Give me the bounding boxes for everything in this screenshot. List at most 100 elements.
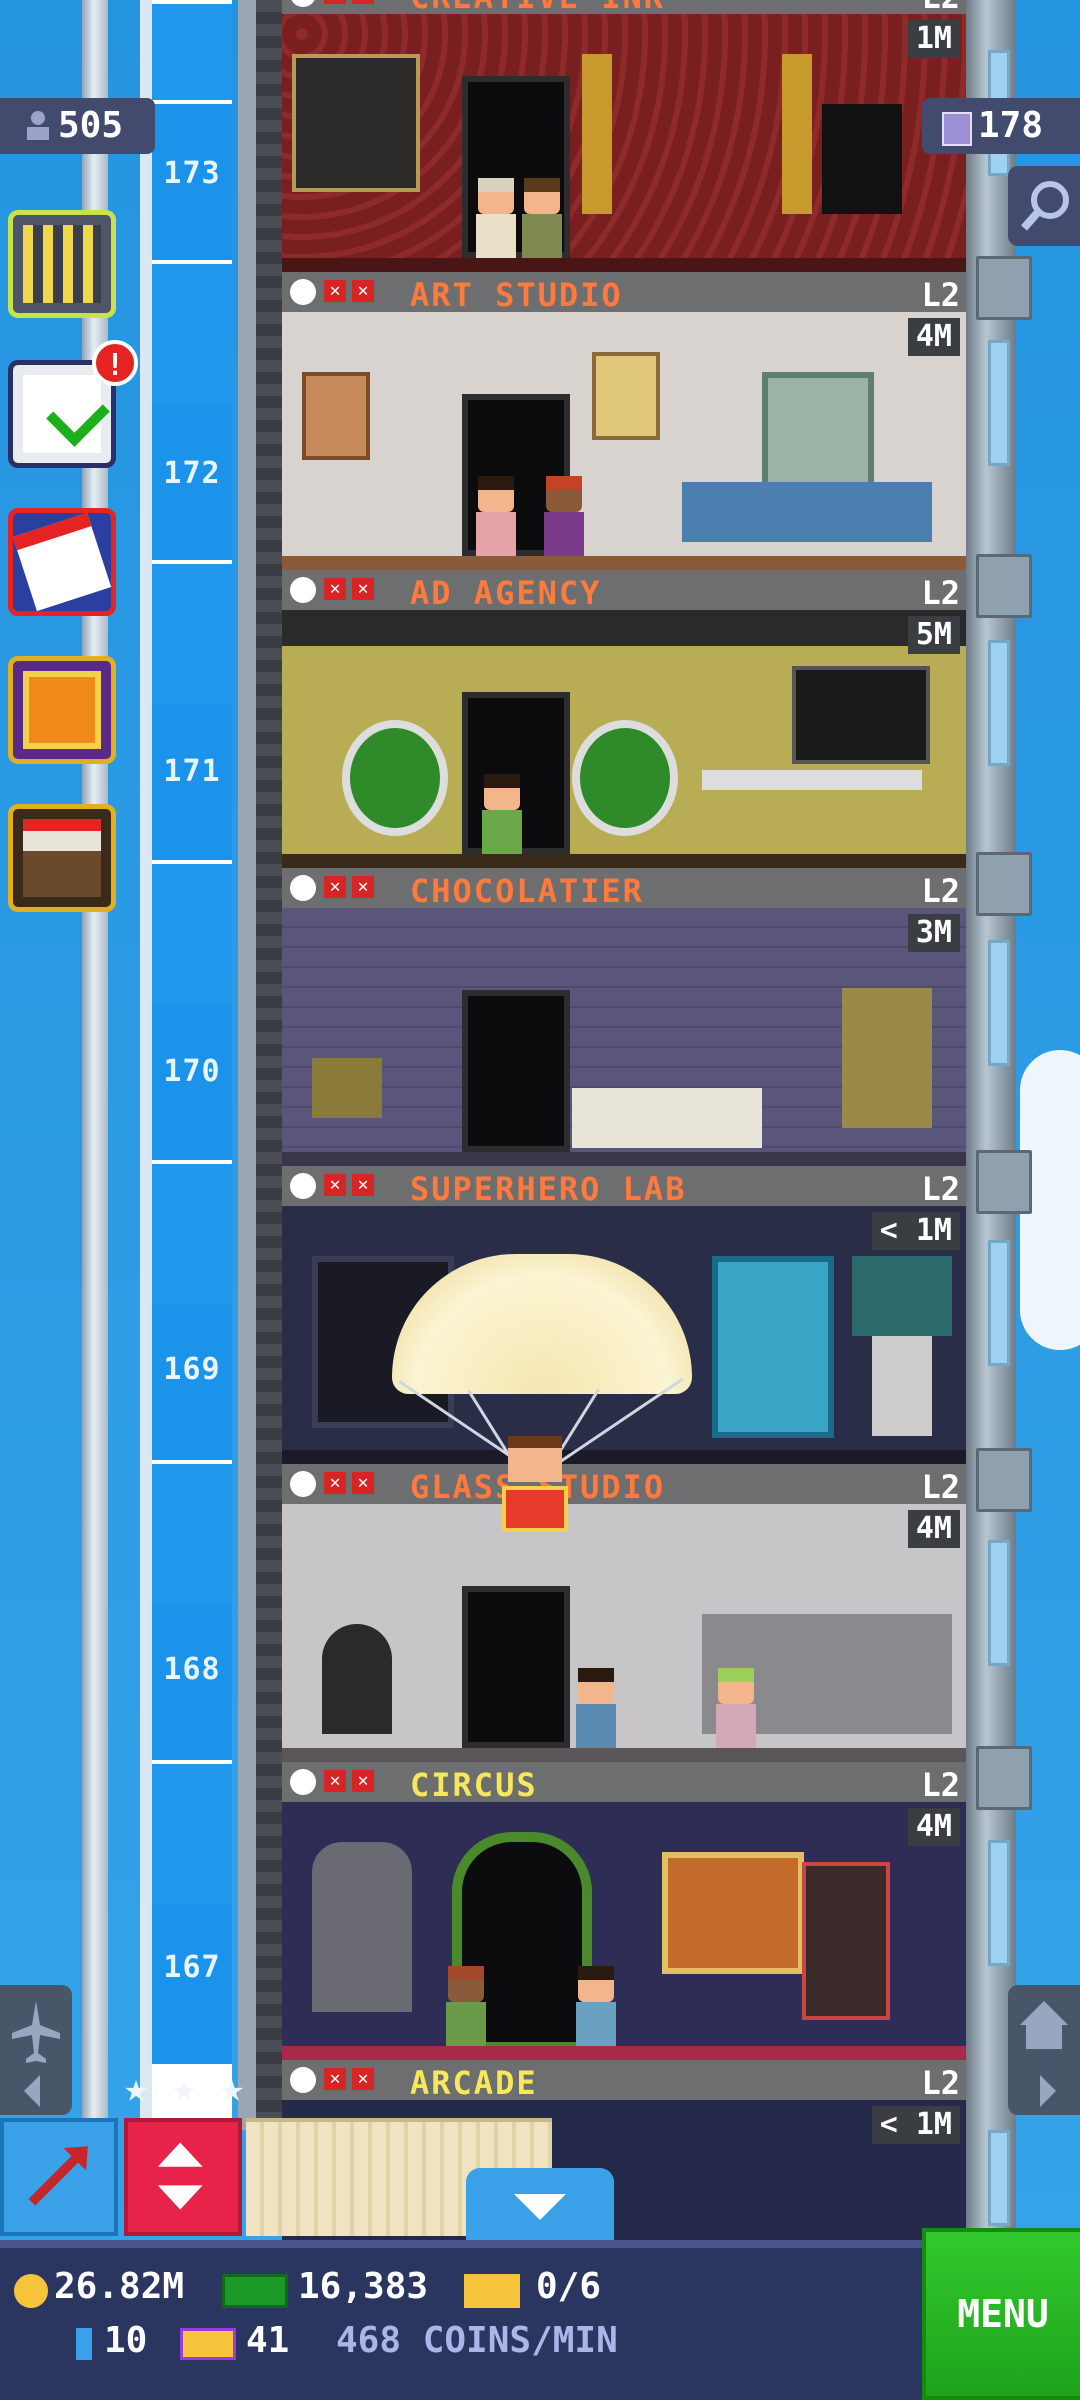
floor-circus[interactable]: ✕ ✕ CIRCUS L2 4M	[282, 1762, 966, 2060]
building-icon	[23, 225, 101, 303]
x-icon: ✕	[324, 876, 346, 898]
person[interactable]	[518, 178, 566, 258]
ticket-icon	[464, 2274, 520, 2308]
search-button[interactable]	[1008, 166, 1080, 246]
counter	[572, 1088, 762, 1148]
ceiling	[282, 610, 966, 646]
clock-icon	[290, 1471, 316, 1497]
floor-base	[282, 1152, 966, 1166]
elevator-arrows-icon	[157, 2142, 203, 2210]
x-icon: ✕	[352, 1472, 374, 1494]
gift-icon	[23, 671, 101, 749]
room-interior	[282, 610, 966, 868]
x-icon: ✕	[324, 1472, 346, 1494]
key-icon	[76, 2328, 92, 2360]
tiger-poster	[662, 1852, 804, 1974]
floor-number: 170	[163, 1054, 221, 1089]
market-button[interactable]	[8, 804, 116, 912]
wall-post	[976, 554, 1032, 618]
tower-button[interactable]	[8, 210, 116, 318]
person-icon	[27, 111, 49, 140]
floor-name: AD AGENCY	[410, 574, 602, 612]
tower-bux-counter: 178	[922, 98, 1080, 154]
person[interactable]	[540, 476, 588, 556]
monitor	[792, 666, 930, 764]
vip-keys-value: 10	[104, 2320, 148, 2361]
painting	[592, 352, 660, 440]
wall-post	[976, 1150, 1032, 1214]
floor-number: 167	[163, 1950, 221, 1985]
visit-tower-left-button[interactable]	[0, 1985, 72, 2115]
terminal	[872, 1336, 932, 1436]
lamp-icon	[582, 54, 612, 214]
floor-level: L2	[921, 872, 960, 910]
floor-name: ARCADE	[410, 2064, 538, 2102]
search-icon	[1020, 181, 1069, 231]
x-icon: ✕	[352, 876, 374, 898]
lamp-icon	[782, 54, 812, 214]
floor-header: ✕ ✕ CIRCUS L2	[282, 1762, 966, 1805]
person[interactable]	[472, 476, 520, 556]
collapse-button[interactable]	[466, 2168, 614, 2240]
wall-post	[976, 852, 1032, 916]
elevator-button[interactable]	[124, 2118, 242, 2236]
person[interactable]	[572, 1966, 620, 2046]
person[interactable]	[712, 1668, 760, 1748]
floor-number: 173	[163, 156, 221, 191]
egg-chair	[572, 720, 678, 836]
restock-time: 4M	[907, 318, 960, 356]
floor-ad-agency[interactable]: ✕ ✕ AD AGENCY L2 5M	[282, 570, 966, 868]
coins-per-minute: 468 COINS/MIN	[336, 2320, 618, 2361]
floor-level: L2	[921, 1766, 960, 1804]
x-icon: ✕	[324, 280, 346, 302]
floor-creative-ink[interactable]: ✕ ✕ CREATIVE INK L2 1M	[282, 0, 966, 272]
art-table	[682, 482, 932, 542]
gift-icon	[502, 1486, 568, 1532]
x-icon: ✕	[352, 1770, 374, 1792]
restock-time: 3M	[907, 914, 960, 952]
ticket-booth	[802, 1862, 890, 2020]
x-icon: ✕	[352, 2068, 374, 2090]
calendar-icon	[12, 512, 112, 612]
missions-alert-badge: !	[92, 340, 138, 386]
gifts-button[interactable]	[8, 656, 116, 764]
room-door	[462, 1586, 570, 1748]
restock-time: 4M	[907, 1510, 960, 1548]
golden-tickets-value: 41	[246, 2320, 290, 2361]
pointer-arrow-icon	[28, 2146, 88, 2206]
tower-window	[988, 940, 1010, 1066]
tower-window	[988, 640, 1010, 766]
visit-tower-right-button[interactable]	[1008, 1985, 1080, 2115]
star-icon: ★	[220, 2065, 245, 2111]
floor-chocolatier[interactable]: ✕ ✕ CHOCOLATIER L2 3M	[282, 868, 966, 1166]
map-screen	[852, 1256, 952, 1336]
floor-glass-studio[interactable]: ✕ ✕ GLASS STUDIO L2 4M	[282, 1464, 966, 1762]
person[interactable]	[442, 1966, 490, 2046]
restock-time: < 1M	[871, 1212, 960, 1250]
floor-art-studio[interactable]: ✕ ✕ ART STUDIO L2 4M	[282, 272, 966, 570]
room-interior	[282, 908, 966, 1166]
floor-header: ✕ ✕ ARCADE L2	[282, 2060, 966, 2103]
tickets-value: 0/6	[536, 2266, 602, 2307]
elevator-floor-cell	[152, 560, 232, 704]
floor-level: L2	[921, 574, 960, 612]
room-interior	[282, 1802, 966, 2060]
person[interactable]	[572, 1668, 620, 1748]
build-floor-button[interactable]	[0, 2118, 118, 2236]
calendar-button[interactable]	[8, 508, 116, 616]
floor-header: ✕ ✕ SUPERHERO LAB L2	[282, 1166, 966, 1209]
menu-button[interactable]: MENU	[922, 2228, 1080, 2400]
tower-window	[988, 2130, 1010, 2226]
kiln	[322, 1624, 392, 1734]
coins-value: 26.82M	[54, 2266, 185, 2307]
tower-window	[988, 340, 1010, 466]
person[interactable]	[472, 178, 520, 258]
floor-name: SUPERHERO LAB	[410, 1170, 687, 1208]
floor-level: L2	[921, 1468, 960, 1506]
person[interactable]	[478, 774, 526, 854]
floor-number: 169	[163, 1352, 221, 1387]
x-icon: ✕	[324, 0, 346, 4]
restock-time: 5M	[907, 616, 960, 654]
clock-icon	[290, 875, 316, 901]
window-frame	[762, 372, 874, 494]
